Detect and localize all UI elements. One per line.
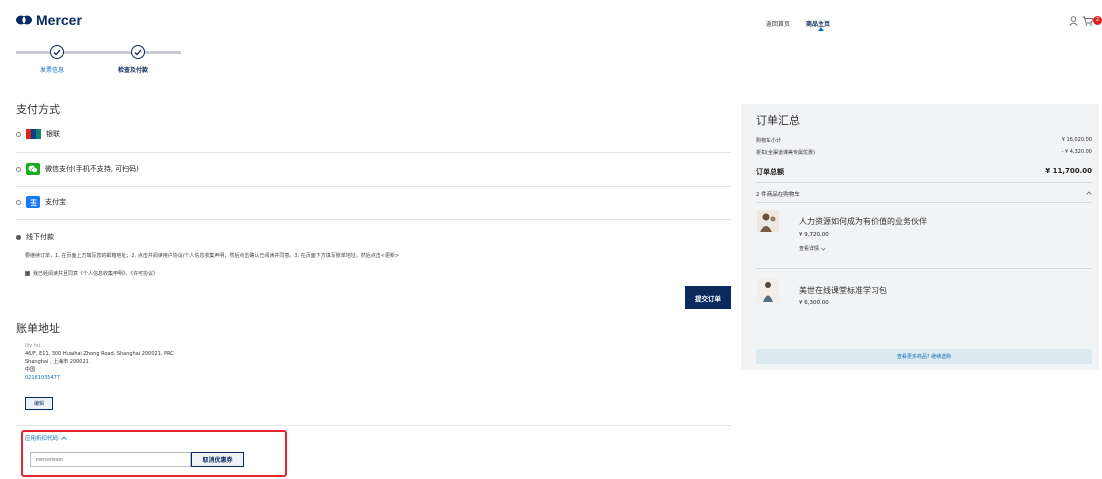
radio-button[interactable] (16, 131, 21, 137)
product-thumbnail (757, 210, 779, 232)
divider (16, 152, 731, 153)
payment-option-offline[interactable]: 线下付款 (16, 232, 54, 242)
order-summary-panel (741, 104, 1099, 370)
step-1-label[interactable]: 发票信息 (40, 65, 64, 74)
divider (756, 182, 1092, 183)
divider (16, 186, 731, 187)
step-2-complete (131, 45, 145, 59)
payment-option-unionpay[interactable]: 银联 (16, 129, 60, 139)
billing-street: 46/F, E11, 300 Huaihai Zhong Road, Shang… (25, 351, 174, 357)
divider (16, 425, 731, 426)
payment-option-wechat[interactable]: 微信支付(手机不支持, 可扫码) (16, 163, 139, 175)
edit-address-button[interactable]: 编辑 (25, 397, 53, 410)
agreement-checkbox[interactable] (25, 271, 30, 276)
cart-items-heading[interactable]: 2 件商品在购物车 (756, 190, 800, 198)
continue-shopping-button[interactable]: 查看更多商品? 继续选购 (756, 349, 1092, 364)
agreement-row[interactable]: 我已经阅读并且同意《个人信息收集申明》、《许可协议》 (25, 270, 158, 277)
promo-code-input[interactable] (30, 452, 191, 467)
agreement-text[interactable]: 我已经阅读并且同意《个人信息收集申明》、《许可协议》 (33, 271, 158, 277)
product-price: ¥ 9,720.00 (799, 232, 829, 238)
promo-toggle-label: 应用折扣代码 (25, 436, 59, 442)
discount-value: - ¥ 4,320.00 (1061, 149, 1092, 155)
payment-option-alipay[interactable]: 支付宝 (16, 196, 66, 208)
check-icon (134, 49, 142, 55)
billing-phone: 02161035477 (25, 375, 60, 381)
billing-section-title: 账单地址 (16, 322, 60, 335)
promo-toggle[interactable]: 应用折扣代码 (25, 434, 67, 442)
divider (756, 268, 1092, 269)
step-1-complete (50, 45, 64, 59)
offline-instructions: 要继续订单，1. 在页面上方填写您的邮箱地址；2. 点击并阅读用户协议/个人信息… (25, 253, 400, 259)
divider (756, 202, 1092, 203)
product-price: ¥ 6,300.00 (799, 300, 829, 306)
step-2-label: 检查及付款 (118, 67, 149, 74)
wechat-icon (26, 163, 40, 175)
payment-option-label: 支付宝 (45, 198, 66, 206)
user-icon[interactable] (1069, 16, 1078, 26)
total-label: 订单总额 (756, 168, 784, 176)
summary-title: 订单汇总 (756, 114, 800, 127)
submit-order-button[interactable]: 提交订单 (685, 286, 731, 309)
product-name[interactable]: 人力资源如何成为有价值的业务伙伴 (799, 216, 927, 227)
payment-option-label: 微信支付(手机不支持, 可扫码) (45, 165, 139, 173)
brand-name: Mercer (36, 12, 82, 28)
divider (16, 219, 731, 220)
product-name[interactable]: 美世在线课堂标准学习包 (799, 285, 887, 296)
cart-count-badge: 2 (1093, 16, 1102, 25)
nav-home-link[interactable]: 返回首页 (766, 19, 790, 28)
alipay-icon (26, 196, 40, 208)
mercer-logo-icon (16, 15, 32, 25)
radio-button[interactable] (16, 166, 21, 172)
subtotal-value: ¥ 16,020.00 (1061, 137, 1092, 143)
product-thumbnail (757, 278, 779, 302)
radio-button-selected[interactable] (16, 234, 21, 240)
cart-icon[interactable] (1082, 16, 1093, 26)
discount-label: 折扣(全渠道课美专属优惠) (756, 150, 815, 156)
payment-option-label: 银联 (46, 130, 60, 138)
cancel-coupon-button[interactable]: 取消优惠券 (191, 452, 244, 467)
mercer-logo[interactable]: Mercer (16, 12, 82, 28)
view-details-toggle[interactable]: 查看详情 (799, 245, 826, 252)
chevron-down-icon (821, 247, 826, 250)
billing-address-block: lily hu 46/F, E11, 300 Huaihai Zhong Roa… (25, 342, 174, 382)
subtotal-label: 购物车小计 (756, 138, 782, 144)
progress-track (16, 51, 181, 54)
billing-country: 中国 (25, 367, 36, 373)
billing-name: lily hu (25, 343, 41, 349)
payment-option-label: 线下付款 (26, 233, 54, 241)
total-value: ¥ 11,700.00 (1045, 167, 1092, 175)
unionpay-icon (26, 129, 41, 139)
check-icon (53, 49, 61, 55)
chevron-up-icon (61, 436, 67, 440)
nav-active-indicator (818, 27, 824, 31)
radio-button[interactable] (16, 199, 21, 205)
billing-city: Shanghai , 上海市 200021 (25, 359, 89, 365)
payment-section-title: 支付方式 (16, 103, 60, 116)
view-details-label: 查看详情 (799, 246, 820, 252)
chevron-up-icon[interactable] (1086, 191, 1092, 195)
